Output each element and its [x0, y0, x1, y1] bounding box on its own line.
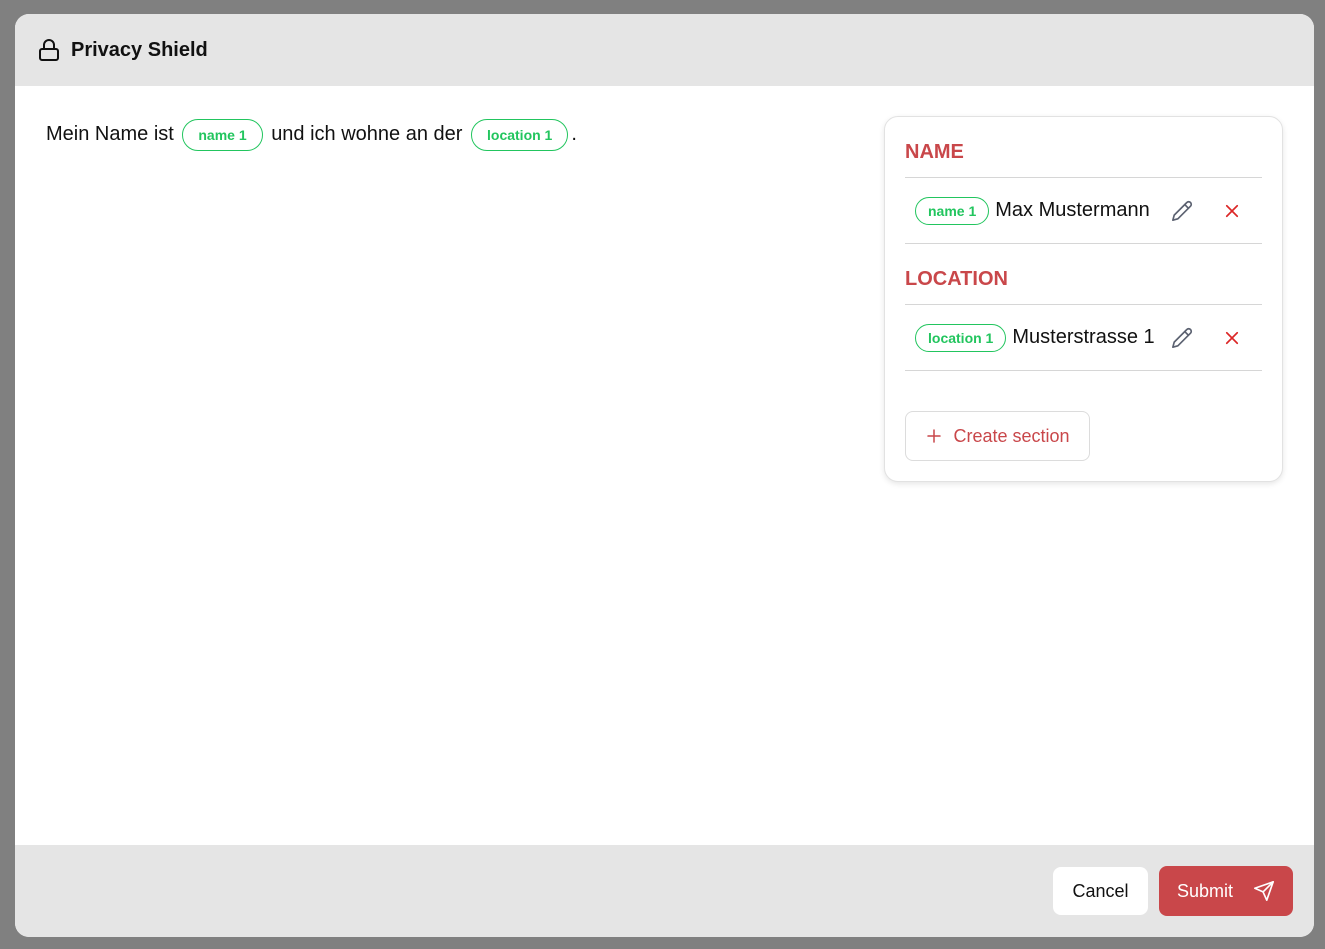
section-heading-name: NAME: [905, 117, 1262, 178]
close-icon[interactable]: [1220, 326, 1244, 350]
section-heading-location: LOCATION: [905, 244, 1262, 305]
privacy-shield-dialog: Privacy Shield Mein Name ist name 1 und …: [15, 14, 1314, 937]
placeholder-tag-name[interactable]: name 1: [182, 118, 263, 151]
placeholder-tag: location 1: [915, 323, 1007, 352]
pencil-icon[interactable]: [1170, 326, 1194, 350]
dialog-body: Mein Name ist name 1 und ich wohne an de…: [15, 86, 1314, 845]
dialog-footer: Cancel Submit: [15, 845, 1314, 937]
placeholder-tag-location[interactable]: location 1: [471, 118, 569, 151]
placeholder-tag: name 1: [915, 196, 990, 225]
pencil-icon[interactable]: [1170, 199, 1194, 223]
cancel-button[interactable]: Cancel: [1053, 867, 1148, 915]
dialog-header: Privacy Shield: [15, 14, 1314, 86]
anonymized-text-preview: Mein Name ist name 1 und ich wohne an de…: [46, 116, 577, 152]
submit-button[interactable]: Submit: [1159, 866, 1293, 916]
close-icon[interactable]: [1220, 199, 1244, 223]
create-section-label: Create section: [953, 425, 1070, 446]
create-section-button[interactable]: Create section: [905, 411, 1090, 461]
dialog-title: Privacy Shield: [71, 38, 208, 61]
entity-row-name: name 1 Max Mustermann: [905, 178, 1262, 244]
entity-value: Musterstrasse 1: [1012, 326, 1155, 348]
plus-icon: [925, 427, 943, 445]
preview-text: Mein Name ist: [46, 123, 174, 145]
preview-text: .: [571, 123, 577, 145]
send-icon: [1253, 880, 1275, 902]
entity-row-location: location 1 Musterstrasse 1: [905, 305, 1262, 371]
entity-value: Max Mustermann: [995, 199, 1150, 221]
submit-label: Submit: [1176, 880, 1234, 901]
lock-icon: [37, 38, 61, 62]
preview-text: und ich wohne an der: [271, 123, 463, 145]
entities-panel: NAME name 1 Max Mustermann LOCATION loca…: [884, 116, 1283, 482]
